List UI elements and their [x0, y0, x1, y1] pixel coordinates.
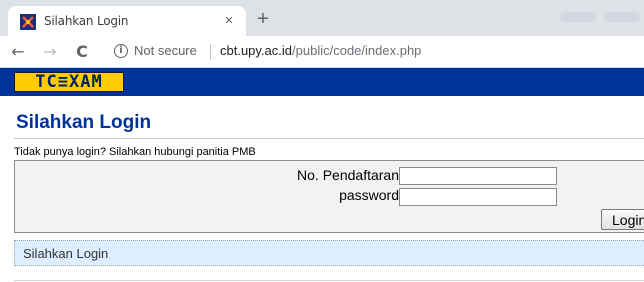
site-header-bar: TC≡XAM — [0, 68, 644, 96]
password-label: password — [339, 187, 399, 203]
status-message: Silahkan Login — [23, 246, 109, 261]
logo-text: TC≡XAM — [35, 72, 103, 92]
browser-toolbar: ← → C i Not secure cbt.upy.ac.id/public/… — [0, 36, 644, 68]
registration-number-label: No. Pendaftaran — [297, 167, 399, 183]
tab-close-icon[interactable]: × — [220, 12, 238, 30]
blurred-strip-text — [604, 12, 640, 22]
url-text[interactable]: cbt.upy.ac.id/public/code/index.php — [220, 43, 421, 58]
status-message-box: Silahkan Login — [14, 240, 644, 266]
tcexam-favicon-icon — [20, 14, 36, 30]
address-separator — [210, 44, 211, 60]
security-indicator[interactable]: Not secure — [134, 43, 197, 58]
login-hint: Tidak punya login? Silahkan hubungi pani… — [14, 146, 256, 158]
url-host: cbt.upy.ac.id — [220, 43, 293, 58]
title-divider — [14, 138, 644, 139]
tcexam-logo[interactable]: TC≡XAM — [14, 72, 124, 92]
browser-tabstrip: Silahkan Login × + — [0, 0, 644, 36]
back-button[interactable]: ← — [8, 42, 28, 62]
url-path: /public/code/index.php — [292, 43, 422, 58]
reload-button[interactable]: C — [72, 42, 92, 62]
login-form: No. Pendaftaran password Login — [14, 160, 644, 233]
new-tab-button[interactable]: + — [252, 9, 274, 31]
blurred-strip-text — [560, 12, 596, 22]
info-icon[interactable]: i — [114, 44, 128, 58]
address-bar[interactable]: i Not secure cbt.upy.ac.id/public/code/i… — [106, 41, 640, 63]
forward-button[interactable]: → — [40, 42, 60, 62]
registration-number-input[interactable] — [399, 167, 557, 185]
password-input[interactable] — [399, 188, 557, 206]
tab-title: Silahkan Login — [44, 14, 129, 28]
page-title: Silahkan Login — [16, 112, 152, 133]
login-button[interactable]: Login — [601, 209, 644, 230]
browser-tab[interactable]: Silahkan Login × — [8, 6, 246, 36]
footer-divider — [14, 280, 644, 281]
